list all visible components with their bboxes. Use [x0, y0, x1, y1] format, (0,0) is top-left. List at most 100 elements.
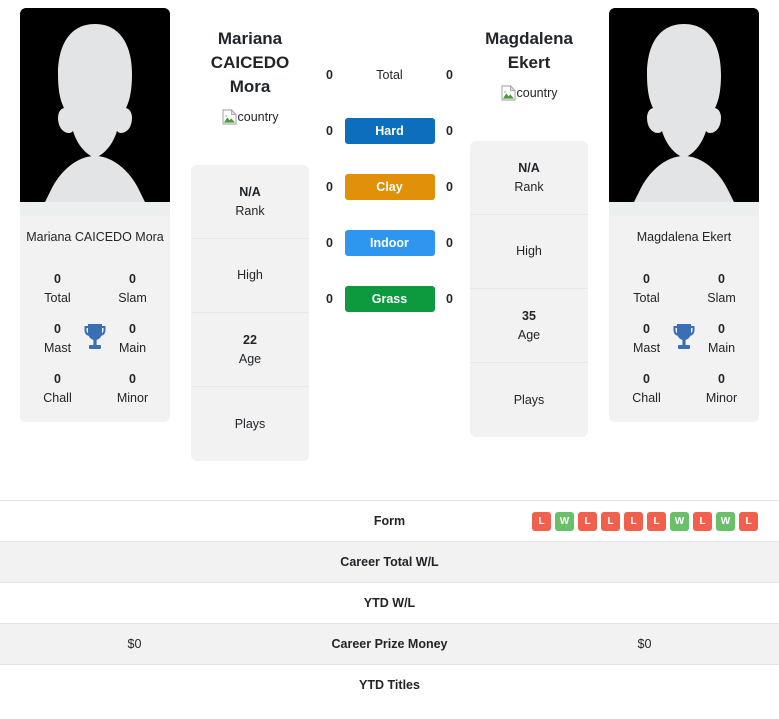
stat-slam-right: 0 Slam	[684, 270, 759, 308]
form-badge[interactable]: L	[601, 511, 620, 531]
stat-slam-left: 0 Slam	[95, 270, 170, 308]
surface-right-score-clay: 0	[446, 180, 453, 194]
plays-segment-left: Plays	[191, 387, 309, 461]
stat-total-left: 0 Total	[20, 270, 95, 308]
avatar-silhouette-icon	[20, 8, 170, 216]
surface-pill-hard[interactable]: Hard	[344, 118, 435, 144]
surface-right-score-hard: 0	[446, 124, 453, 138]
stat-chall-label-left: Chall	[43, 391, 72, 405]
form-badge[interactable]: W	[716, 511, 735, 531]
row-label-ytd-wl: YTD W/L	[269, 582, 510, 624]
high-label-left: High	[237, 268, 263, 282]
country-line-left: country	[222, 107, 279, 127]
row-left-value	[0, 541, 269, 583]
age-segment-right: 35 Age	[470, 289, 588, 363]
player-info-left: Mariana CAICEDO Mora country N/A Rank Hi…	[190, 0, 310, 461]
stat-total-label-right: Total	[633, 291, 660, 305]
surface-right-score-total: 0	[446, 68, 453, 82]
stat-total-label-left: Total	[44, 291, 71, 305]
stat-total-value-left: 0	[54, 272, 61, 286]
titles-grid-right: 0 Total 0 Slam 0 Mast 0 Main 0 Chall 0 M…	[609, 260, 759, 422]
surface-pill-indoor[interactable]: Indoor	[344, 230, 435, 256]
titles-row-1-left: 0 Total 0 Slam	[20, 270, 170, 308]
row-left-value	[0, 664, 269, 706]
rank-value-right: N/A	[518, 160, 540, 175]
player-photo-left	[20, 8, 170, 216]
high-segment-left: High	[191, 239, 309, 313]
country-line-right: country	[501, 83, 558, 103]
player-name-line2-left: CAICEDO Mora	[210, 53, 290, 96]
titles-row-3-right: 0 Chall 0 Minor	[609, 370, 759, 408]
stat-minor-label-left: Minor	[116, 391, 149, 405]
form-badge[interactable]: L	[532, 511, 551, 531]
plays-segment-right: Plays	[470, 363, 588, 437]
age-value-right: 35	[522, 308, 536, 323]
surface-pill-total: Total	[376, 68, 403, 82]
surface-row-hard: 0 Hard 0	[320, 118, 460, 144]
titles-row-2-right: 0 Mast 0 Main	[609, 320, 759, 358]
surface-pill-clay[interactable]: Clay	[344, 174, 435, 200]
form-badge[interactable]: W	[670, 511, 689, 531]
surface-left-score-total: 0	[326, 68, 333, 82]
titles-row-2-left: 0 Mast 0 Main	[20, 320, 170, 358]
player-name-line1-left: Mariana	[217, 29, 283, 48]
photo-fade-bar	[20, 202, 170, 216]
player-name-line2-right: Ekert	[507, 53, 551, 72]
player-card-right[interactable]: Magdalena Ekert 0 Total 0 Slam 0 Mast 0 …	[609, 8, 759, 422]
surface-row-grass: 0 Grass 0	[320, 286, 460, 312]
titles-row-1-right: 0 Total 0 Slam	[609, 270, 759, 308]
surface-left-score-grass: 0	[326, 292, 333, 306]
age-segment-left: 22 Age	[191, 313, 309, 387]
form-badge[interactable]: W	[555, 511, 574, 531]
rank-segment-left: N/A Rank	[191, 165, 309, 239]
player-name-right: Magdalena Ekert	[469, 0, 589, 75]
table-row: $0 Career Prize Money $0	[0, 623, 779, 665]
stat-slam-value-right: 0	[718, 272, 725, 286]
country-alt-text-left: country	[237, 110, 279, 124]
avatar-silhouette-icon	[609, 8, 759, 216]
stat-chall-label-right: Chall	[632, 391, 661, 405]
stat-chall-value-left: 0	[54, 372, 61, 386]
row-right-value: $0	[510, 623, 779, 665]
titles-grid-left: 0 Total 0 Slam 0 Mast 0 Main 0 Chall 0 M…	[20, 260, 170, 422]
surface-pill-grass[interactable]: Grass	[344, 286, 435, 312]
surface-row-indoor: 0 Indoor 0	[320, 230, 460, 256]
surface-left-score-indoor: 0	[326, 236, 333, 250]
stat-slam-value-left: 0	[129, 272, 136, 286]
stat-chall-right: 0 Chall	[609, 370, 684, 408]
stat-minor-label-right: Minor	[705, 391, 738, 405]
comparison-header: Mariana CAICEDO Mora 0 Total 0 Slam 0 Ma…	[0, 0, 779, 500]
row-right-value	[510, 582, 779, 624]
stat-slam-label-left: Slam	[118, 291, 147, 305]
rank-label-right: Rank	[514, 179, 544, 194]
country-alt-text-right: country	[516, 86, 558, 100]
broken-image-icon	[222, 109, 237, 125]
photo-fade-bar	[609, 202, 759, 216]
form-badge[interactable]: L	[578, 511, 597, 531]
surface-row-total: 0 Total 0	[320, 62, 460, 88]
form-badge[interactable]: L	[693, 511, 712, 531]
stats-table-body: Form L W L L L L W L W L Career Total W/…	[0, 500, 779, 706]
table-row: YTD W/L	[0, 582, 779, 624]
surface-row-clay: 0 Clay 0	[320, 174, 460, 200]
stat-minor-value-right: 0	[718, 372, 725, 386]
form-badge[interactable]: L	[739, 511, 758, 531]
form-badge[interactable]: L	[647, 511, 666, 531]
player-card-left[interactable]: Mariana CAICEDO Mora 0 Total 0 Slam 0 Ma…	[20, 8, 170, 422]
row-left-value	[0, 500, 269, 542]
stat-chall-value-right: 0	[643, 372, 650, 386]
player-comparison-page: Mariana CAICEDO Mora 0 Total 0 Slam 0 Ma…	[0, 0, 779, 719]
age-label-left: Age	[238, 351, 262, 366]
row-label-career-prize-money: Career Prize Money	[269, 623, 510, 665]
stat-slam-label-right: Slam	[707, 291, 736, 305]
surface-right-score-indoor: 0	[446, 236, 453, 250]
table-row: Career Total W/L	[0, 541, 779, 583]
row-right-value	[510, 541, 779, 583]
trophy-icon	[673, 324, 695, 349]
form-badge[interactable]: L	[624, 511, 643, 531]
surface-left-score-hard: 0	[326, 124, 333, 138]
plays-label-right: Plays	[513, 392, 545, 407]
stat-minor-right: 0 Minor	[684, 370, 759, 408]
row-label-form: Form	[269, 500, 510, 542]
player-info-right: Magdalena Ekert country N/A Rank High 35…	[469, 0, 589, 437]
